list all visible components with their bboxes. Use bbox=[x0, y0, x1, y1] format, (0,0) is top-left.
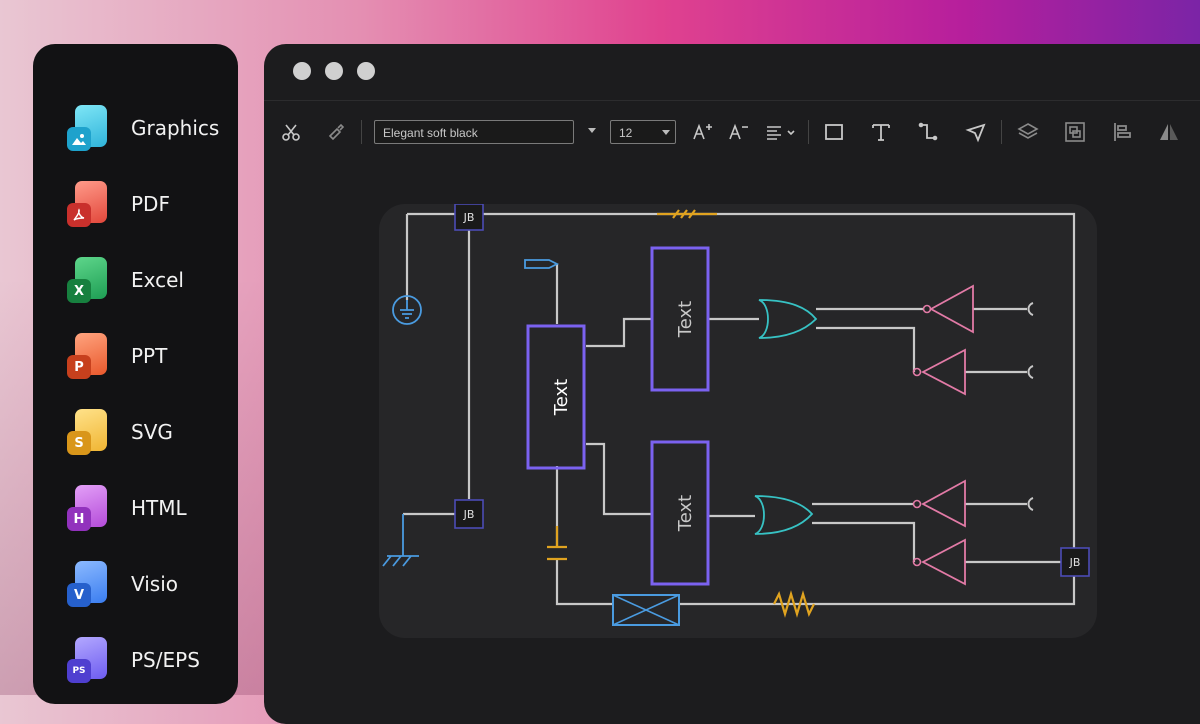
svg-file-icon: S bbox=[67, 409, 109, 455]
junction-label: JB bbox=[463, 211, 475, 224]
inverter bbox=[921, 538, 966, 586]
window-minimize-dot[interactable] bbox=[325, 62, 343, 80]
sidebar-item-excel[interactable]: X Excel bbox=[67, 254, 227, 306]
connector-icon[interactable] bbox=[916, 120, 940, 144]
editor-window: Elegant soft black 12 JB JB JB Text Text… bbox=[264, 44, 1200, 724]
font-family-select[interactable]: Elegant soft black bbox=[374, 120, 574, 144]
align-icon[interactable] bbox=[764, 120, 798, 144]
pdf-file-icon bbox=[67, 181, 109, 227]
inverter bbox=[929, 284, 974, 334]
block-label[interactable]: Text bbox=[551, 379, 572, 416]
sidebar-item-visio[interactable]: V Visio bbox=[67, 558, 227, 610]
toolbar-separator bbox=[361, 120, 362, 144]
sidebar-item-label: Visio bbox=[131, 572, 179, 596]
wire bbox=[586, 442, 652, 516]
increase-font-icon[interactable] bbox=[690, 120, 714, 144]
chevron-down-icon[interactable] bbox=[662, 130, 670, 135]
terminal bbox=[1027, 302, 1034, 316]
sidebar-item-label: Excel bbox=[131, 268, 184, 292]
sidebar-item-ps-eps[interactable]: PS PS/EPS bbox=[67, 634, 227, 686]
sidebar-item-pdf[interactable]: PDF bbox=[67, 178, 227, 230]
circuit-diagram: JB JB JB Text Text Text bbox=[382, 204, 1090, 626]
wire bbox=[812, 307, 924, 562]
title-bar bbox=[264, 44, 1200, 101]
sidebar-item-label: HTML bbox=[131, 496, 187, 520]
terminal bbox=[1027, 497, 1034, 511]
cut-icon[interactable] bbox=[279, 120, 303, 144]
resistor bbox=[657, 209, 717, 219]
rectangle-icon[interactable] bbox=[822, 120, 846, 144]
sidebar-item-label: Graphics bbox=[131, 116, 220, 140]
layers-icon[interactable] bbox=[1016, 120, 1040, 144]
graphics-file-icon bbox=[67, 105, 109, 151]
decrease-font-icon[interactable] bbox=[726, 120, 750, 144]
or-gate bbox=[758, 299, 818, 339]
sidebar-item-ppt[interactable]: P PPT bbox=[67, 330, 227, 382]
chevron-down-icon[interactable] bbox=[588, 128, 596, 133]
toolbar-separator bbox=[808, 120, 809, 144]
wire bbox=[708, 317, 759, 518]
pointer-icon[interactable] bbox=[964, 120, 988, 144]
format-painter-icon[interactable] bbox=[324, 120, 348, 144]
html-file-icon: H bbox=[67, 485, 109, 531]
text-tool-icon[interactable] bbox=[869, 120, 893, 144]
diagram-canvas[interactable]: JB JB JB Text Text Text bbox=[379, 204, 1097, 638]
sidebar-item-label: PPT bbox=[131, 344, 168, 368]
wire bbox=[405, 212, 1076, 606]
group-icon[interactable] bbox=[1063, 120, 1087, 144]
or-gate bbox=[754, 495, 814, 535]
excel-file-icon: X bbox=[67, 257, 109, 303]
sidebar-item-svg[interactable]: S SVG bbox=[67, 406, 227, 458]
ground-icon bbox=[382, 514, 419, 567]
visio-file-icon: V bbox=[67, 561, 109, 607]
window-maximize-dot[interactable] bbox=[357, 62, 375, 80]
signal-flag bbox=[524, 259, 560, 269]
inverter bbox=[921, 348, 966, 396]
window-close-dot[interactable] bbox=[293, 62, 311, 80]
flip-icon[interactable] bbox=[1157, 120, 1181, 144]
sidebar-item-label: SVG bbox=[131, 420, 173, 444]
terminal bbox=[1027, 365, 1034, 379]
sidebar-item-label: PDF bbox=[131, 192, 170, 216]
block-label[interactable]: Text bbox=[675, 301, 696, 338]
export-format-sidebar: Graphics PDF X Excel P PPT S SVG H HTML … bbox=[33, 44, 238, 704]
sidebar-item-html[interactable]: H HTML bbox=[67, 482, 227, 534]
wire bbox=[965, 307, 1074, 564]
inverter bbox=[921, 479, 966, 528]
sidebar-item-label: PS/EPS bbox=[131, 648, 200, 672]
block-label[interactable]: Text bbox=[675, 495, 696, 532]
ps-eps-file-icon: PS bbox=[67, 637, 109, 683]
capacitor bbox=[547, 526, 567, 561]
junction-label: JB bbox=[463, 508, 475, 521]
ppt-file-icon: P bbox=[67, 333, 109, 379]
sidebar-item-graphics[interactable]: Graphics bbox=[67, 102, 227, 154]
formatting-toolbar: Elegant soft black 12 bbox=[264, 110, 1200, 154]
toolbar-separator bbox=[1001, 120, 1002, 144]
wire bbox=[555, 264, 652, 348]
junction-label: JB bbox=[1069, 556, 1081, 569]
align-left-icon[interactable] bbox=[1110, 120, 1134, 144]
